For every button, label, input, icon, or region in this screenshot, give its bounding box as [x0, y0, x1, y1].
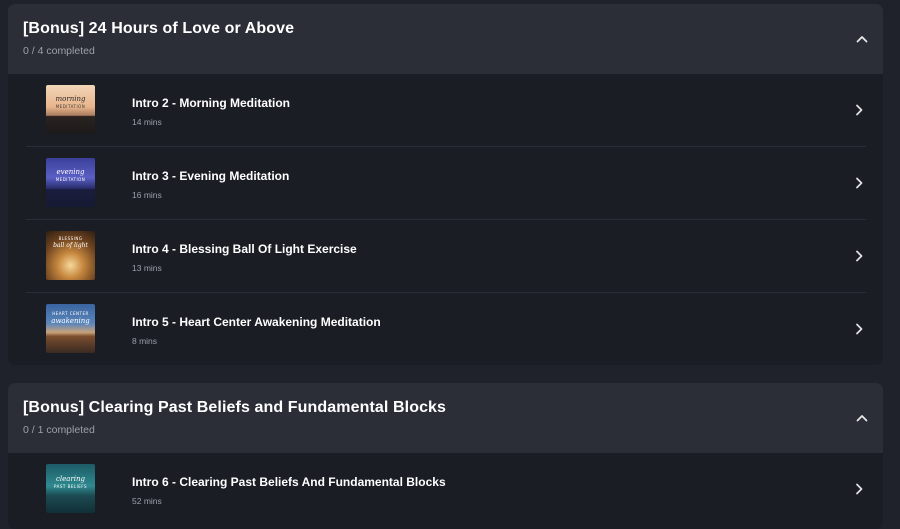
lesson-title: Intro 3 - Evening Meditation: [132, 169, 290, 183]
thumbnail-sub-text: BLESSING: [58, 236, 83, 241]
lesson-thumbnail: evening MEDITATION: [46, 158, 95, 207]
lesson-thumbnail: BLESSING ball of light: [46, 231, 95, 280]
lesson-duration: 52 mins: [132, 496, 162, 506]
module-progress: 0 / 1 completed: [23, 424, 95, 436]
lesson-title: Intro 6 - Clearing Past Beliefs And Fund…: [132, 475, 446, 489]
lesson-item[interactable]: BLESSING ball of light Intro 4 - Blessin…: [26, 220, 866, 293]
chevron-right-icon[interactable]: [852, 175, 866, 191]
thumbnail-sub-text: PAST BELIEFS: [53, 484, 88, 489]
module-card: [Bonus] Clearing Past Beliefs and Fundam…: [8, 383, 883, 529]
thumbnail-script-text: ball of light: [53, 242, 88, 249]
collapse-button[interactable]: [853, 409, 871, 427]
lesson-duration: 14 mins: [132, 117, 162, 127]
collapse-button[interactable]: [853, 30, 871, 48]
lesson-title: Intro 5 - Heart Center Awakening Meditat…: [132, 315, 381, 329]
lesson-thumbnail: morning MEDITATION: [46, 85, 95, 134]
course-curriculum: [Bonus] 24 Hours of Love or Above 0 / 4 …: [0, 0, 900, 529]
chevron-up-icon: [856, 36, 868, 43]
lesson-duration: 16 mins: [132, 190, 162, 200]
module-title: [Bonus] Clearing Past Beliefs and Fundam…: [23, 399, 447, 416]
thumbnail-sub-text: MEDITATION: [55, 177, 86, 182]
lesson-title: Intro 4 - Blessing Ball Of Light Exercis…: [132, 242, 357, 256]
lesson-duration: 8 mins: [132, 336, 158, 346]
chevron-right-icon[interactable]: [852, 248, 866, 264]
chevron-right-icon[interactable]: [852, 102, 866, 118]
lesson-item[interactable]: HEART CENTER awakening Intro 5 - Heart C…: [26, 293, 866, 365]
module-header[interactable]: [Bonus] Clearing Past Beliefs and Fundam…: [8, 383, 883, 453]
thumbnail-sub-text: MEDITATION: [55, 104, 86, 109]
lesson-title: Intro 2 - Morning Meditation: [132, 96, 290, 110]
thumbnail-script-text: morning: [55, 95, 86, 103]
thumbnail-sub-text: HEART CENTER: [52, 311, 89, 316]
module-title: [Bonus] 24 Hours of Love or Above: [23, 20, 295, 37]
thumbnail-script-text: evening: [56, 168, 85, 176]
lesson-thumbnail: HEART CENTER awakening: [46, 304, 95, 353]
lesson-thumbnail: clearing PAST BELIEFS: [46, 464, 95, 513]
module-header[interactable]: [Bonus] 24 Hours of Love or Above 0 / 4 …: [8, 4, 883, 74]
thumbnail-script-text: awakening: [51, 317, 90, 325]
lesson-duration: 13 mins: [132, 263, 162, 273]
chevron-right-icon[interactable]: [852, 321, 866, 337]
module-progress: 0 / 4 completed: [23, 45, 95, 57]
lesson-item[interactable]: morning MEDITATION Intro 2 - Morning Med…: [26, 74, 866, 147]
module-card: [Bonus] 24 Hours of Love or Above 0 / 4 …: [8, 4, 883, 365]
chevron-up-icon: [856, 415, 868, 422]
chevron-right-icon[interactable]: [852, 481, 866, 497]
lesson-item[interactable]: clearing PAST BELIEFS Intro 6 - Clearing…: [26, 453, 866, 525]
lesson-item[interactable]: evening MEDITATION Intro 3 - Evening Med…: [26, 147, 866, 220]
thumbnail-script-text: clearing: [55, 475, 86, 483]
